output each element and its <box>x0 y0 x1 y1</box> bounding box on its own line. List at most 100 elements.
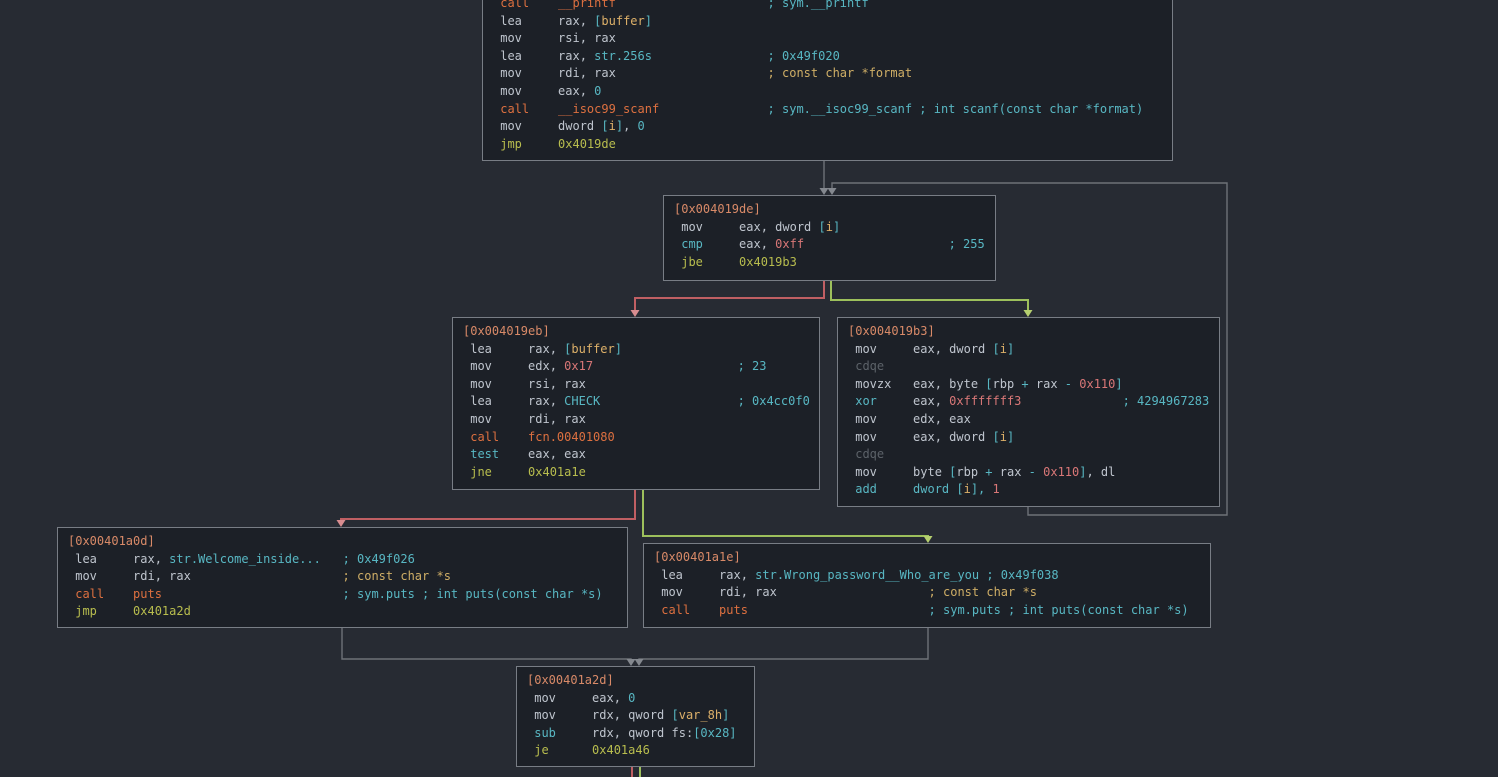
asm-token-mn: lea rax, <box>68 552 169 566</box>
asm-line: [0x00401a0d] <box>68 533 617 551</box>
asm-token-cyan: [ <box>985 377 992 391</box>
asm-token-mn: rax <box>1029 377 1065 391</box>
asm-token-mn <box>321 552 343 566</box>
asm-token-cyan: sub <box>527 726 592 740</box>
edge-arrow-icon <box>631 310 640 317</box>
asm-token-jmp: jne 0x401a1e <box>463 465 586 479</box>
asm-line: lea rax, [buffer] <box>463 341 809 359</box>
asm-token-mn <box>748 603 929 617</box>
asm-token-mn <box>616 0 768 10</box>
asm-token-cyan: ; 0x4cc0f0 <box>738 394 810 408</box>
asm-token-cyan: CHECK <box>564 394 600 408</box>
asm-line: mov dword [i], 0 <box>493 118 1162 136</box>
asm-line: lea rax, str.256s ; 0x49f020 <box>493 48 1162 66</box>
asm-line: mov byte [rbp + rax - 0x110], dl <box>848 464 1209 482</box>
asm-token-mn: mov eax, <box>527 691 628 705</box>
asm-token-cyan: str.Wrong_password__Who_are_you <box>755 568 979 582</box>
asm-line: mov edx, eax <box>848 411 1209 429</box>
asm-line: call puts ; sym.puts ; int puts(const ch… <box>68 586 617 604</box>
asm-token-cyan: ; 0x49f020 <box>768 49 840 63</box>
asm-token-call: call puts <box>654 603 748 617</box>
asm-token-cyan: [0x28] <box>693 726 736 740</box>
asm-token-cyan: ; 0x49f038 <box>986 568 1058 582</box>
basic-block-0x00401a0d[interactable]: [0x00401a0d] lea rax, str.Welcome_inside… <box>57 527 628 628</box>
asm-line: mov eax, dword [i] <box>674 219 985 237</box>
asm-line: xor eax, 0xfffffff3 ; 4294967283 <box>848 393 1209 411</box>
edge-arrow-icon <box>635 659 644 666</box>
asm-token-hdr: [0x004019b3] <box>848 324 935 338</box>
asm-line: jne 0x401a1e <box>463 464 809 482</box>
asm-token-cyan: [ <box>993 342 1000 356</box>
asm-token-jmp: jbe 0x4019b3 <box>674 255 797 269</box>
edge-arrow-icon <box>828 188 837 195</box>
asm-token-cyan: - <box>1065 377 1072 391</box>
basic-block-0x00401a1e[interactable]: [0x00401a1e] lea rax, str.Wrong_password… <box>643 543 1211 628</box>
asm-token-mn: mov eax, dword <box>848 430 993 444</box>
asm-token-cyan: ] <box>1115 377 1122 391</box>
asm-line: [0x004019de] <box>674 201 985 219</box>
asm-token-cyan: str.256s <box>594 49 652 63</box>
asm-token-mn: lea rax, <box>493 14 594 28</box>
asm-line: lea rax, [buffer] <box>493 13 1162 31</box>
graph-view[interactable]: call __printf ; sym.__printf lea rax, [b… <box>0 0 1498 777</box>
asm-token-mn: mov rsi, rax <box>493 31 616 45</box>
asm-token-var: i <box>609 119 616 133</box>
asm-token-mn: mov edx, eax <box>848 412 971 426</box>
asm-line: [0x004019eb] <box>463 323 809 341</box>
asm-token-dim: cdqe <box>848 359 884 373</box>
asm-line: mov eax, dword [i] <box>848 429 1209 447</box>
asm-token-cyan: 0 <box>628 691 635 705</box>
edge-arrow-icon <box>820 188 829 195</box>
basic-block-entry[interactable]: call __printf ; sym.__printf lea rax, [b… <box>482 0 1173 161</box>
asm-line: [0x004019b3] <box>848 323 1209 341</box>
asm-line: mov eax, 0 <box>527 690 744 708</box>
asm-token-ycmt: ; const char *s <box>929 585 1037 599</box>
asm-token-mn: movzx eax, byte <box>848 377 985 391</box>
asm-token-cyan: 0 <box>638 119 645 133</box>
asm-token-num: 1 <box>993 482 1000 496</box>
asm-token-call: call __printf <box>493 0 616 10</box>
asm-token-cyan: ] <box>1007 342 1014 356</box>
asm-token-cyan: xor <box>848 394 913 408</box>
asm-token-cyan: ; 23 <box>738 359 767 373</box>
asm-token-var: var_8h <box>679 708 722 722</box>
asm-line: mov rdi, rax ; const char *format <box>493 65 1162 83</box>
asm-token-jmp: je 0x401a46 <box>527 743 650 757</box>
asm-token-cyan: ; sym.puts ; int puts(const char *s) <box>343 587 603 601</box>
asm-line: mov rsi, rax <box>463 376 809 394</box>
basic-block-0x004019eb[interactable]: [0x004019eb] lea rax, [buffer] mov edx, … <box>452 317 820 490</box>
asm-line: cmp eax, 0xff ; 255 <box>674 236 985 254</box>
edge-0x4019eb-false-to-0x401a0d <box>337 490 636 527</box>
asm-token-mn <box>162 587 343 601</box>
asm-line: call puts ; sym.puts ; int puts(const ch… <box>654 602 1200 620</box>
asm-line: mov rdi, rax ; const char *s <box>654 584 1200 602</box>
asm-token-mn: mov rdx, qword <box>527 708 672 722</box>
asm-token-call: call __isoc99_scanf <box>493 102 659 116</box>
asm-token-mn: mov dword <box>493 119 601 133</box>
asm-token-mn: lea rax, <box>493 49 594 63</box>
asm-token-var: i <box>1000 430 1007 444</box>
asm-token-mn <box>616 66 768 80</box>
asm-token-ycmt: ; const char *s <box>343 569 451 583</box>
asm-line: add dword [i], 1 <box>848 481 1209 499</box>
asm-token-call: call puts <box>68 587 162 601</box>
asm-line: mov rsi, rax <box>493 30 1162 48</box>
asm-token-mn: eax, eax <box>528 447 586 461</box>
edge-arrow-icon <box>1024 310 1033 317</box>
asm-line: call __printf ; sym.__printf <box>493 0 1162 13</box>
asm-line: cdqe <box>848 358 1209 376</box>
asm-line: mov rdi, rax ; const char *s <box>68 568 617 586</box>
basic-block-0x004019b3[interactable]: [0x004019b3] mov eax, dword [i] cdqe mov… <box>837 317 1220 507</box>
asm-line: [0x00401a1e] <box>654 549 1200 567</box>
asm-token-cyan: cmp <box>674 237 739 251</box>
asm-token-mn: rbp <box>993 377 1022 391</box>
asm-token-jmp: jmp 0x4019de <box>493 137 616 151</box>
basic-block-0x00401a2d[interactable]: [0x00401a2d] mov eax, 0 mov rdx, qword [… <box>516 666 755 767</box>
asm-line: mov eax, dword [i] <box>848 341 1209 359</box>
asm-token-mn <box>804 237 949 251</box>
asm-token-mn <box>191 569 343 583</box>
asm-token-cyan: ] <box>615 342 622 356</box>
asm-token-mn: mov rdi, rax <box>654 585 777 599</box>
basic-block-0x004019de[interactable]: [0x004019de] mov eax, dword [i] cmp eax,… <box>663 195 996 281</box>
asm-token-mn: lea rax, <box>463 394 564 408</box>
